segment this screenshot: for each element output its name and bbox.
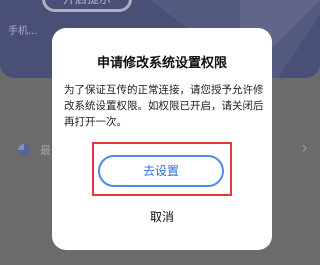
cancel-button[interactable]: 取消	[52, 208, 272, 225]
pie-icon	[18, 144, 30, 156]
go-to-settings-button[interactable]: 去设置	[98, 155, 224, 187]
dialog-title: 申请修改系统设置权限	[96, 56, 227, 71]
background-card-button: 开启提示	[42, 0, 132, 12]
background-card-subtext: 手机...	[8, 26, 38, 37]
chevron-right-icon: ›	[301, 138, 308, 157]
dialog-message: 为了保证互传的正常连接，请您授予允许修改系统设置权限。如权限已开启，请关闭后再打…	[64, 84, 264, 128]
permission-dialog: 申请修改系统设置权限 为了保证互传的正常连接，请您授予允许修改系统设置权限。如权…	[52, 28, 272, 250]
